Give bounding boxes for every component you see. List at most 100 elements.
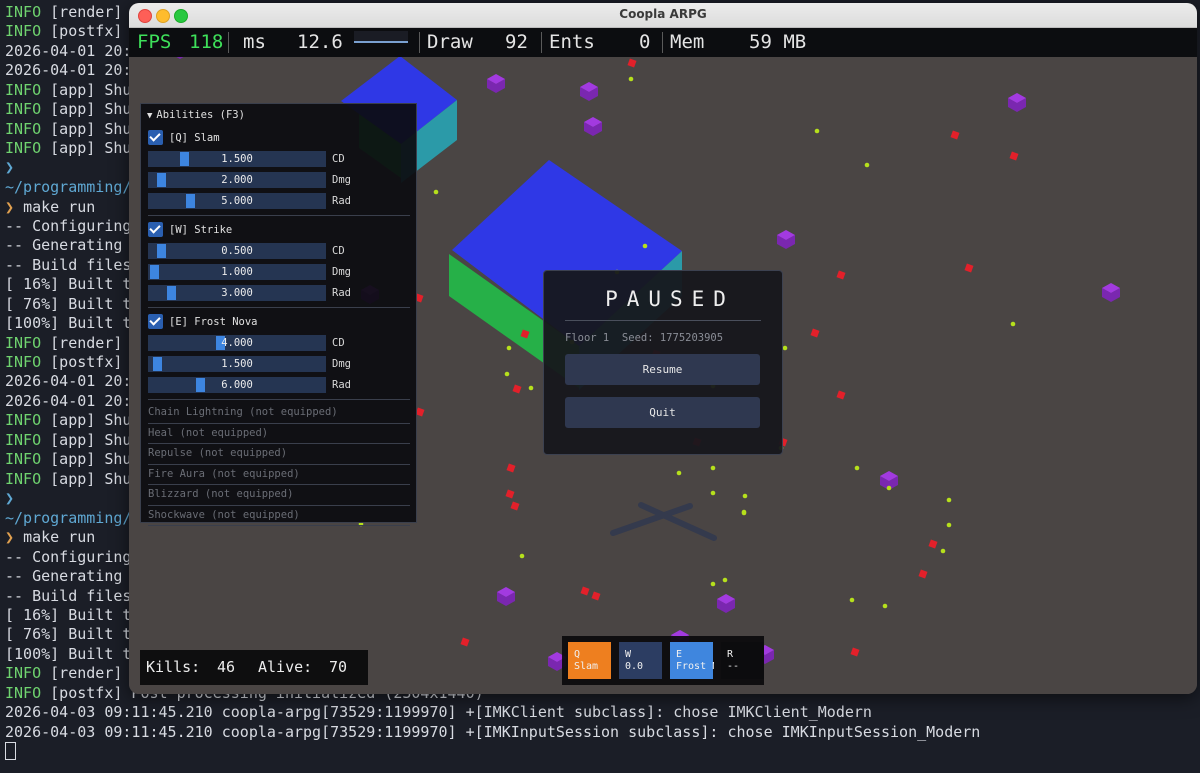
pickup-green bbox=[940, 548, 946, 554]
terminal-line: -- Generating d bbox=[5, 567, 140, 586]
ability-divider bbox=[148, 307, 410, 308]
abilities-panel[interactable]: ▼ Abilities (F3) [Q] Slam 1.500 CD 2.000 Dmg 5… bbox=[140, 103, 417, 526]
log-text: [app] Shu bbox=[50, 139, 132, 157]
terminal-line: 2026-04-03 09:11:45.210 coopla-arpg[7352… bbox=[5, 723, 980, 742]
ability-enabled-checkbox[interactable] bbox=[148, 314, 163, 329]
ability-param-slider[interactable]: 1.500 bbox=[148, 356, 326, 372]
pickup-green bbox=[519, 553, 525, 559]
log-text: 2026-04-01 20:3 bbox=[5, 392, 141, 410]
ability-param-slider[interactable]: 2.000 bbox=[148, 172, 326, 188]
pickup-green bbox=[722, 577, 728, 583]
pickup-green bbox=[1010, 321, 1016, 327]
terminal-line: INFO [render] bbox=[5, 3, 131, 22]
fps-value: 118 bbox=[189, 31, 224, 53]
log-text: [100%] Built ta bbox=[5, 645, 141, 663]
log-text: [app] Shu bbox=[50, 450, 132, 468]
frametime-graph bbox=[354, 31, 408, 43]
slider-value: 1.000 bbox=[221, 266, 253, 278]
log-level: INFO bbox=[5, 3, 42, 21]
log-text: 2026-04-01 20:3 bbox=[5, 61, 141, 79]
terminal-line: INFO [render] bbox=[5, 334, 131, 353]
slider-value: 6.000 bbox=[221, 379, 253, 391]
ability-param-slider[interactable]: 5.000 bbox=[148, 193, 326, 209]
pickup-green bbox=[710, 465, 716, 471]
ms-value: 12.6 bbox=[297, 31, 343, 53]
log-text: 2026-04-01 20:3 bbox=[5, 372, 141, 390]
prompt-path: ~/programming/g bbox=[5, 178, 141, 196]
log-text: [render] bbox=[50, 3, 132, 21]
log-text: [100%] Built ta bbox=[5, 314, 141, 332]
unequipped-ability: Heal (not equipped) bbox=[148, 426, 269, 439]
log-text: [ 76%] Built ta bbox=[5, 625, 141, 643]
quit-button[interactable]: Quit bbox=[565, 397, 760, 428]
terminal-line: INFO [app] Shu bbox=[5, 81, 131, 100]
pickup-green bbox=[741, 510, 747, 516]
pickup-green bbox=[782, 345, 788, 351]
terminal-line: -- Configuring bbox=[5, 548, 140, 567]
hotbar-key: E bbox=[676, 649, 683, 660]
ability-param-slider[interactable]: 3.000 bbox=[148, 285, 326, 301]
hotbar-slot-text: Frost Nova bbox=[676, 661, 714, 672]
terminal-line: INFO [app] Shu bbox=[5, 120, 131, 139]
log-text: [app] Shu bbox=[50, 431, 132, 449]
log-text: [app] Shu bbox=[50, 120, 132, 138]
abilities-panel-header[interactable]: ▼ Abilities (F3) bbox=[147, 107, 245, 123]
pickup-green bbox=[854, 465, 860, 471]
pickup-green bbox=[946, 522, 952, 528]
terminal-line: 2026-04-01 20:3 bbox=[5, 42, 140, 61]
log-text: 2026-04-03 09:11:45.210 coopla-arpg[7352… bbox=[5, 703, 872, 721]
ability-param-slider[interactable]: 0.500 bbox=[148, 243, 326, 259]
hotbar-slot-r[interactable]: R -- bbox=[721, 642, 764, 679]
log-text: -- Configuring bbox=[5, 217, 141, 235]
prompt-command: make run bbox=[23, 528, 96, 546]
ability-param-slider[interactable]: 4.000 bbox=[148, 335, 326, 351]
terminal-line: INFO [render] bbox=[5, 664, 131, 683]
hotbar-slot-e[interactable]: EFrost Nova bbox=[670, 642, 714, 679]
terminal-line: -- Configuring bbox=[5, 217, 140, 236]
pickup-green bbox=[814, 128, 820, 134]
log-text: -- Build files bbox=[5, 256, 141, 274]
ability-name: [E] Frost Nova bbox=[169, 316, 258, 328]
ability-param-slider[interactable]: 1.500 bbox=[148, 151, 326, 167]
hotbar-slot-text: -- bbox=[727, 661, 740, 672]
stats-separator bbox=[228, 32, 229, 53]
pickup-green bbox=[864, 162, 870, 168]
pickup-green bbox=[642, 243, 648, 249]
resume-button[interactable]: Resume bbox=[565, 354, 760, 385]
log-text: [postfx] bbox=[50, 22, 132, 40]
log-level: INFO bbox=[5, 22, 42, 40]
window-title: Coopla ARPG bbox=[619, 7, 707, 21]
slider-label: Dmg bbox=[332, 358, 351, 370]
log-level: INFO bbox=[5, 120, 42, 138]
ents-value: 0 bbox=[639, 31, 651, 53]
hotbar-slot-q[interactable]: Q Slam bbox=[568, 642, 611, 679]
hotbar-key: Q bbox=[574, 649, 581, 660]
ability-enabled-checkbox[interactable] bbox=[148, 222, 163, 237]
log-level: INFO bbox=[5, 139, 42, 157]
game-window[interactable]: Coopla ARPG FPS 118 ms 12.6 Draw 92 Ents… bbox=[129, 3, 1197, 694]
ability-param-slider[interactable]: 1.000 bbox=[148, 264, 326, 280]
alive-label: Alive: bbox=[258, 658, 313, 676]
ability-param-slider[interactable]: 6.000 bbox=[148, 377, 326, 393]
terminal-line: INFO [postfx] bbox=[5, 353, 131, 372]
hotbar-slot-w[interactable]: W 0.0 bbox=[619, 642, 662, 679]
pickup-green bbox=[504, 371, 510, 377]
ability-enabled-checkbox[interactable] bbox=[148, 130, 163, 145]
log-level: INFO bbox=[5, 470, 42, 488]
terminal-line: INFO [postfx] bbox=[5, 22, 131, 41]
unequipped-ability: Repulse (not equipped) bbox=[148, 447, 288, 459]
terminal-cursor-line bbox=[5, 742, 16, 762]
pickup-green bbox=[742, 493, 748, 499]
window-titlebar[interactable]: Coopla ARPG bbox=[129, 3, 1197, 28]
terminal-line: 2026-04-03 09:11:45.210 coopla-arpg[7352… bbox=[5, 703, 872, 722]
slider-value: 1.500 bbox=[221, 153, 253, 165]
log-text: 2026-04-01 20:3 bbox=[5, 42, 141, 60]
terminal-line: INFO [app] Shu bbox=[5, 411, 131, 430]
terminal-line: [100%] Built ta bbox=[5, 645, 140, 664]
terminal-cursor bbox=[5, 742, 16, 760]
collapse-triangle-icon[interactable]: ▼ bbox=[147, 108, 152, 124]
unequipped-ability: Shockwave (not equipped) bbox=[148, 508, 300, 521]
log-level: INFO bbox=[5, 450, 42, 468]
ents-label: Ents bbox=[549, 31, 595, 53]
terminal-line: 2026-04-01 20:3 bbox=[5, 392, 140, 411]
